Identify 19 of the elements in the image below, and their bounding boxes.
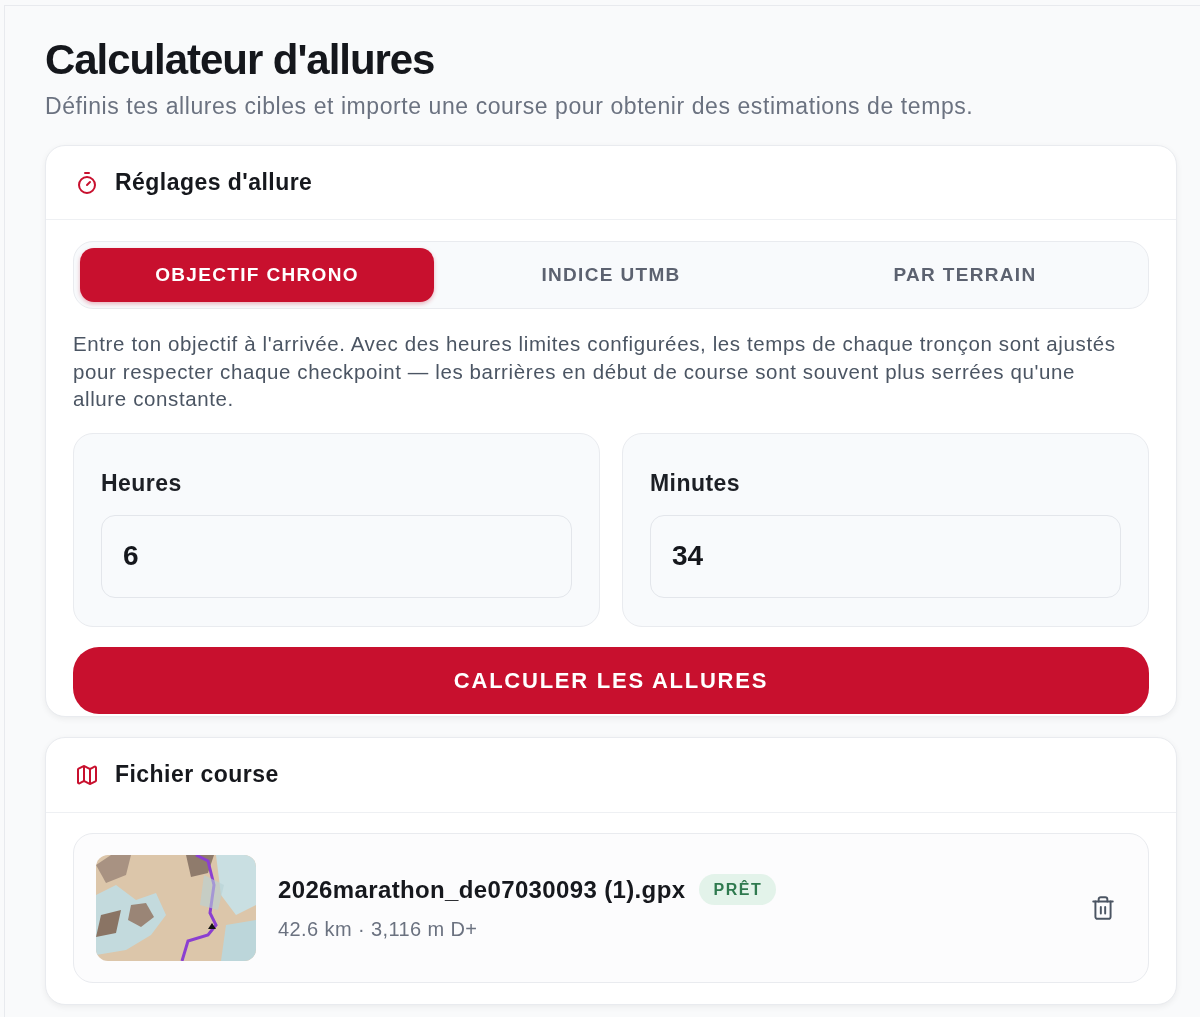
tab[interactable]: PAR TERRAIN: [788, 248, 1142, 302]
map-icon: [75, 762, 99, 787]
file-name: 2026marathon_de07030093 (1).gpx: [278, 874, 686, 905]
page-title: Calculateur d'allures: [45, 36, 436, 84]
number-input[interactable]: 34: [650, 514, 1121, 598]
number-input[interactable]: 6: [101, 514, 572, 598]
tab[interactable]: INDICE UTMB: [434, 248, 788, 302]
card-title: Réglages d'allure: [115, 168, 313, 198]
calculate-button[interactable]: CALCULER LES ALLURES: [73, 646, 1149, 714]
field-label: Minutes: [650, 468, 742, 497]
card-title: Fichier course: [115, 760, 279, 790]
field-label: Heures: [101, 468, 183, 497]
file-details: 42.6 km · 3,116 m D+: [278, 916, 478, 942]
page-subtitle: Définis tes allures cibles et importe une course pour obtenir des estimations de temps.: [45, 92, 975, 121]
trash-icon[interactable]: [1090, 894, 1116, 921]
status-badge: PRÊT: [699, 874, 777, 905]
description-text: Entre ton objectif à l'arrivée. Avec des heures limites configurées, les temps de chaque tronçon sont ajustés pour respecter chaque checkpoint — les barrières en début de course sont souvent plus serrées qu'une allure constante.: [73, 331, 1117, 412]
tab[interactable]: OBJECTIF CHRONO: [80, 248, 434, 302]
stopwatch-icon: [75, 170, 99, 195]
